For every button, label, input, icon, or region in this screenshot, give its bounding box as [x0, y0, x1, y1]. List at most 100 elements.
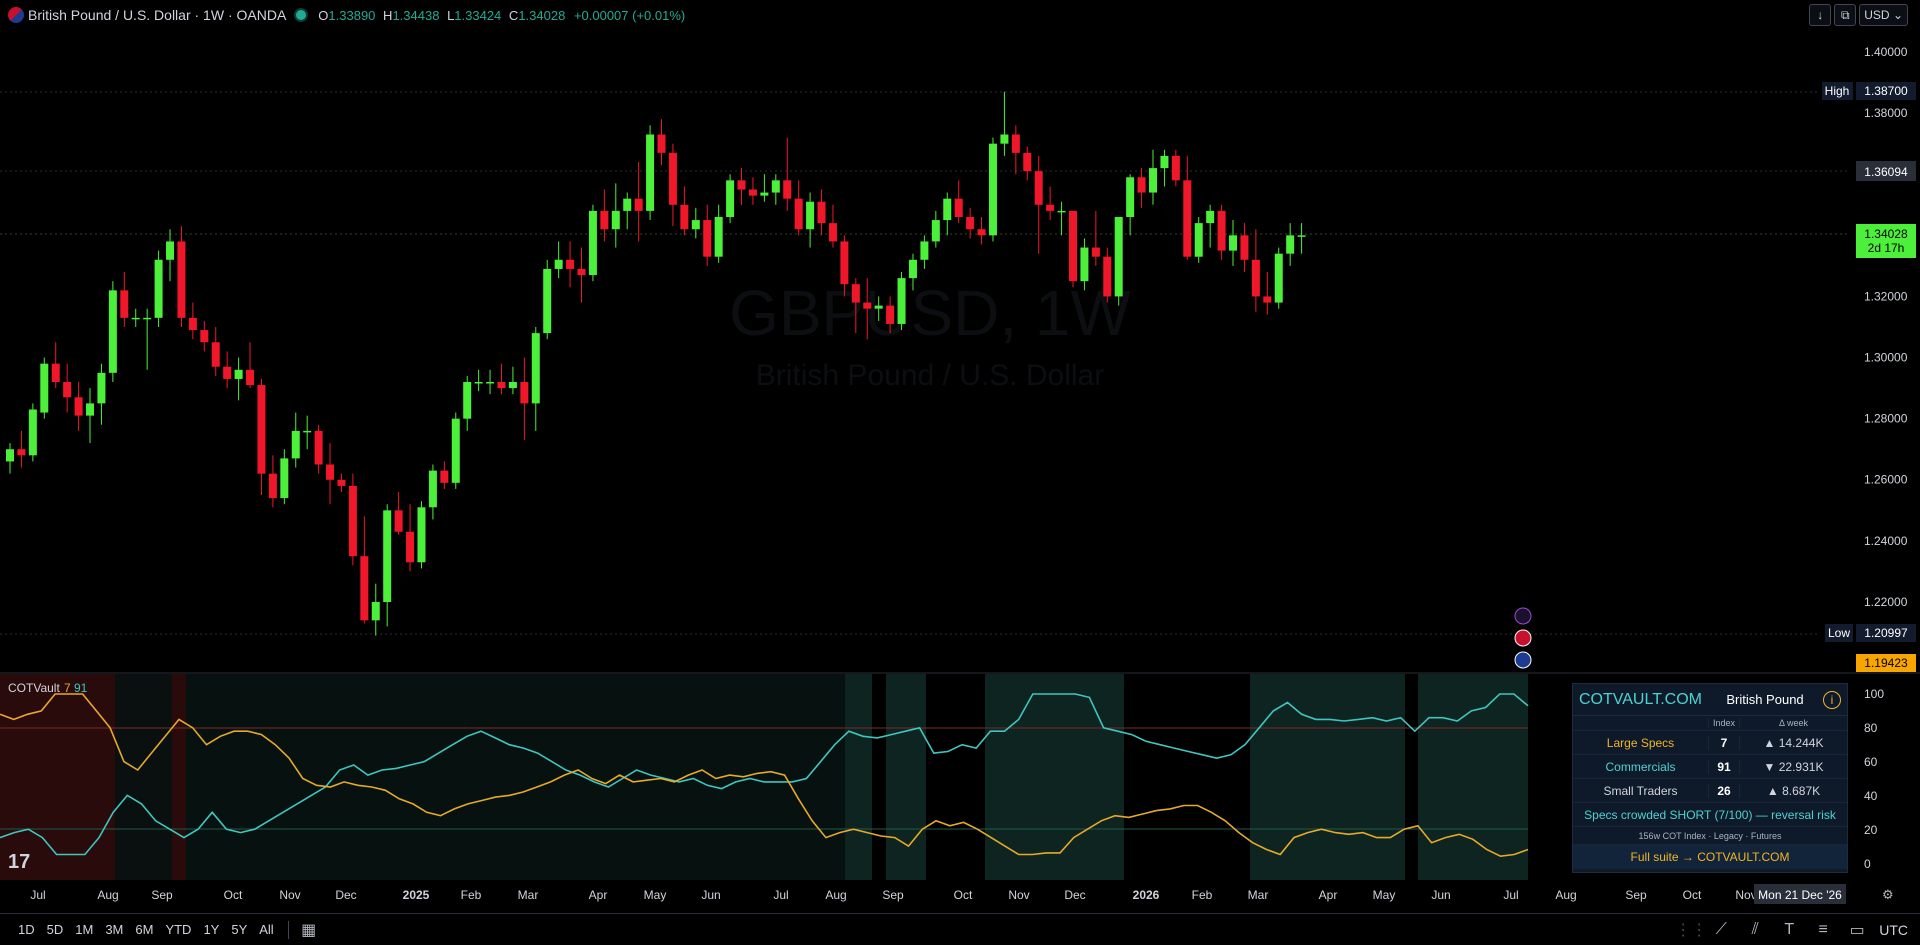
candle-body [1274, 253, 1283, 303]
low-value: 1.20997 [1864, 626, 1908, 640]
timeframe-ytd[interactable]: YTD [159, 922, 197, 937]
candle-body [1194, 223, 1203, 257]
event-usd-flag-icon[interactable] [1514, 651, 1532, 669]
candle-body [291, 430, 300, 459]
info-icon[interactable]: i [1823, 690, 1841, 709]
signal-zone [186, 674, 845, 880]
high-label: High [1825, 84, 1850, 98]
text-tool-icon[interactable]: T [1777, 921, 1801, 939]
candle-body [28, 409, 37, 456]
ohlc-legend: O1.33890 H1.34438 L1.33424 C1.34028 +0.0… [318, 7, 686, 23]
candle-body [874, 305, 883, 309]
candle-body [794, 198, 803, 230]
event-flash-icon[interactable] [1514, 607, 1532, 625]
candle-body [188, 317, 197, 331]
candle-body [131, 317, 140, 320]
candle-body [1263, 296, 1272, 303]
candle-body [817, 201, 826, 224]
layout-icon[interactable]: ▭ [1845, 920, 1869, 940]
candle-body [1206, 210, 1215, 224]
candle-body [1217, 210, 1226, 251]
candle-body [86, 403, 95, 416]
time-tick-label: May [644, 888, 667, 902]
candle-body [474, 382, 483, 384]
cot-market: British Pound [1726, 692, 1804, 707]
candle-body [668, 152, 677, 205]
candle-body [1240, 235, 1249, 260]
price-tick-label: 1.28000 [1864, 412, 1908, 426]
candle-body [440, 470, 449, 483]
calendar-range-icon[interactable]: ▦ [297, 920, 321, 940]
candle-body [1286, 235, 1295, 254]
tradingview-logo-icon[interactable]: 17 [8, 851, 30, 873]
candle-body [1011, 134, 1020, 153]
fib-tool-icon[interactable]: ⫽ [1743, 921, 1767, 939]
timeframe-1d[interactable]: 1D [12, 922, 41, 937]
candle-body [566, 259, 575, 269]
candle-body [588, 210, 597, 276]
high-value: 1.38700 [1864, 84, 1908, 98]
candle-body [234, 369, 243, 379]
time-tick-label: Nov [1008, 888, 1029, 902]
arrow-down-icon[interactable]: ↓ [1809, 4, 1832, 26]
timeframe-6m[interactable]: 6M [129, 922, 159, 937]
indicator-list-icon[interactable]: ≡ [1811, 921, 1835, 939]
candle-body [1126, 177, 1135, 217]
time-tick-label: Jun [701, 888, 720, 902]
price-tick-label: 1.26000 [1864, 473, 1908, 487]
timeframe-5d[interactable]: 5D [41, 922, 70, 937]
indicator-tick-label: 0 [1864, 857, 1871, 871]
candle-body [646, 134, 655, 211]
candle-body [394, 510, 403, 532]
cot-cta-link[interactable]: Full suite → COTVAULT.COM [1573, 845, 1847, 869]
time-tick-label: 2026 [1133, 888, 1160, 902]
time-tick-label: Apr [1319, 888, 1338, 902]
cot-background-zones [0, 674, 1528, 880]
time-tick-label: Dec [1064, 888, 1085, 902]
candle-body [280, 458, 289, 499]
indicator-tick-label: 20 [1864, 823, 1878, 837]
alert-value: 1.36094 [1864, 165, 1908, 179]
candles-group [6, 91, 1306, 636]
candle-body [211, 342, 220, 367]
indicator-name[interactable]: COTVault [8, 681, 60, 695]
high-value: 1.34438 [392, 7, 440, 23]
candle-body [1103, 256, 1112, 297]
candle-body [51, 363, 60, 382]
grip-icon[interactable]: ⋮⋮ [1675, 920, 1707, 940]
candle-body [166, 241, 175, 260]
cot-brand[interactable]: COTVAULT.COM [1573, 691, 1707, 709]
candle-body [657, 134, 666, 153]
candle-body [268, 473, 277, 499]
indicator-value-commercials: 91 [74, 681, 88, 695]
candle-body [1080, 247, 1089, 282]
time-tick-label: Jul [30, 888, 45, 902]
candle-body [360, 556, 369, 621]
timeframe-1y[interactable]: 1Y [197, 922, 225, 937]
candle-body [451, 418, 460, 483]
candle-body [954, 198, 963, 217]
open-value: 1.33890 [328, 7, 376, 23]
timeframe-5y[interactable]: 5Y [225, 922, 253, 937]
candle-body [463, 382, 472, 419]
price-tick-label: 1.40000 [1864, 45, 1908, 59]
timeframe-3m[interactable]: 3M [99, 922, 129, 937]
cot-summary-panel: COTVAULT.COM British Pound i Index Δ wee… [1572, 683, 1848, 873]
cot-row-commercials: Commercials 91 ▼ 22.931K [1573, 755, 1847, 779]
symbol-title[interactable]: British Pound / U.S. Dollar · 1W · OANDA [28, 7, 286, 23]
timeframe-all[interactable]: All [253, 922, 279, 937]
compare-icon[interactable]: ⧉ [1834, 4, 1857, 26]
cot-alert: Specs crowded SHORT (7/100) — reversal r… [1573, 803, 1847, 827]
trend-line-icon[interactable]: ⟋ [1709, 921, 1733, 939]
candle-body [74, 397, 83, 416]
settings-gear-icon[interactable]: ⚙ [1882, 887, 1894, 902]
event-gbp-flag-icon[interactable] [1514, 629, 1532, 647]
candle-body [428, 470, 437, 508]
bottom-toolbar: 1D 5D 1M 3M 6M YTD 1Y 5Y All ▦ ⋮⋮ ⟋ ⫽ T … [0, 913, 1920, 945]
candle-body [680, 204, 689, 230]
timezone[interactable]: UTC [1879, 922, 1908, 938]
candle-body [771, 180, 780, 193]
timeframe-1m[interactable]: 1M [69, 922, 99, 937]
currency-select[interactable]: USD ⌄ [1859, 4, 1908, 26]
crosshair-date: Mon 21 Dec '26 [1758, 888, 1842, 902]
